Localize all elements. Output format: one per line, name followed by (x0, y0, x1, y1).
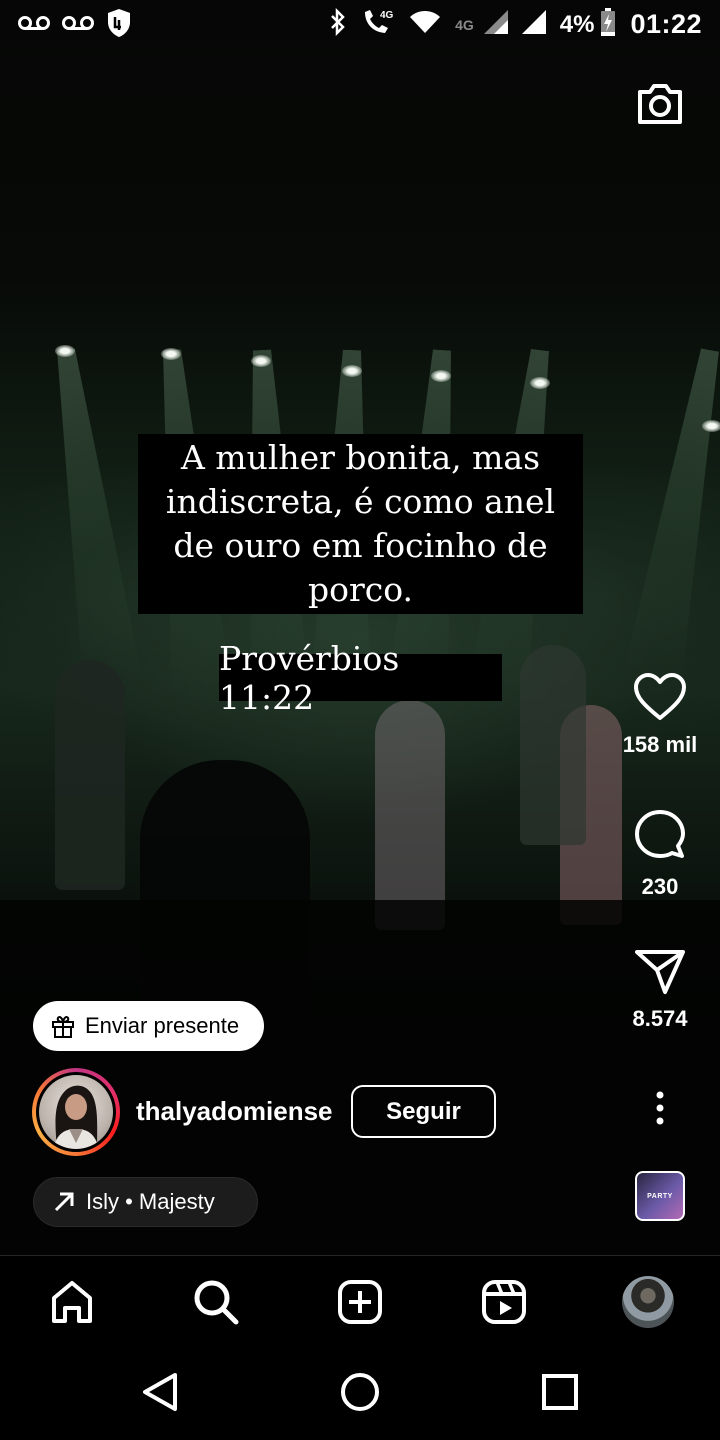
share-count: 8.574 (632, 1006, 688, 1031)
audio-thumbnail-text: PARTY (647, 1192, 673, 1200)
back-icon (143, 1373, 177, 1411)
system-recents-button[interactable] (537, 1369, 583, 1415)
stage-lamp (530, 377, 550, 389)
caption-overlay: A mulher bonita, mas indiscreta, é como … (138, 434, 583, 614)
comment-button[interactable]: 230 (610, 808, 710, 900)
profile-avatar (622, 1276, 674, 1328)
arrow-up-right-icon (54, 1192, 74, 1212)
musician-figure (55, 660, 125, 890)
voicemail-icon (62, 14, 94, 37)
nav-home[interactable] (46, 1276, 98, 1328)
singer-figure (375, 700, 445, 930)
audio-label: Isly • Majesty (86, 1189, 215, 1214)
stage-light-beam (36, 346, 143, 691)
stage-lamp (251, 355, 271, 367)
author-avatar[interactable] (32, 1068, 120, 1156)
camera-button[interactable] (634, 78, 686, 130)
system-nav-bar (0, 1345, 720, 1440)
recents-icon (542, 1374, 578, 1410)
stage-lamp (161, 348, 181, 360)
verse-reference: Provérbios 11:22 (219, 638, 400, 717)
comment-count: 230 (641, 874, 679, 899)
author-username[interactable]: thalyadomiense (136, 1096, 333, 1127)
comment-icon (635, 810, 685, 858)
nav-profile[interactable] (622, 1276, 674, 1328)
nav-create[interactable] (334, 1276, 386, 1328)
signal-icon (483, 10, 508, 39)
system-home-button[interactable] (337, 1369, 383, 1415)
follow-button[interactable]: Seguir (351, 1085, 496, 1138)
audio-thumbnail[interactable]: PARTY (635, 1171, 685, 1221)
system-back-button[interactable] (137, 1369, 183, 1415)
gift-icon (52, 1016, 74, 1038)
svg-text:4G: 4G (380, 10, 394, 21)
network-label: 4G (455, 16, 474, 33)
wifi-icon (409, 9, 441, 40)
send-icon (635, 950, 685, 994)
clock: 01:22 (630, 9, 702, 39)
status-bar: 4G 4G 4% 01:22 (0, 0, 720, 50)
share-button[interactable]: 8.574 (610, 948, 710, 1032)
heart-icon (634, 673, 686, 720)
send-gift-button[interactable]: Enviar presente (33, 1001, 264, 1051)
audio-attribution[interactable]: Isly • Majesty (33, 1177, 258, 1227)
stage-lamp (431, 370, 451, 382)
stage-lamp (702, 420, 720, 432)
stage-lamp (342, 365, 362, 377)
verse-reference-overlay: Provérbios 11:22 (219, 639, 502, 717)
vpn-shield-icon (106, 8, 132, 43)
volte-call-icon: 4G (361, 8, 395, 41)
create-icon (338, 1280, 382, 1324)
nav-reels[interactable] (478, 1276, 530, 1328)
like-count: 158 mil (622, 732, 698, 757)
caption-text: A mulher bonita, mas indiscreta, é como … (165, 438, 556, 609)
send-gift-label: Enviar presente (85, 1013, 240, 1038)
reel-video[interactable] (0, 0, 720, 1255)
battery-percent: 4% (559, 10, 595, 38)
search-icon (194, 1280, 239, 1325)
signal-icon (521, 10, 546, 39)
battery-charging-icon (600, 8, 616, 41)
more-options-button[interactable] (645, 1090, 675, 1126)
stage-light-beam (621, 345, 720, 690)
more-vertical-icon (656, 1091, 664, 1125)
bluetooth-icon (329, 7, 347, 41)
musician-figure (520, 645, 586, 845)
nav-search[interactable] (190, 1276, 242, 1328)
home-circle-icon (341, 1373, 379, 1411)
reels-icon (482, 1280, 526, 1324)
like-button[interactable]: 158 mil (610, 672, 710, 758)
home-icon (52, 1281, 92, 1323)
camera-icon (638, 84, 682, 124)
bottom-nav (0, 1255, 720, 1345)
stage-lamp (55, 345, 75, 357)
voicemail-icon (18, 14, 50, 37)
